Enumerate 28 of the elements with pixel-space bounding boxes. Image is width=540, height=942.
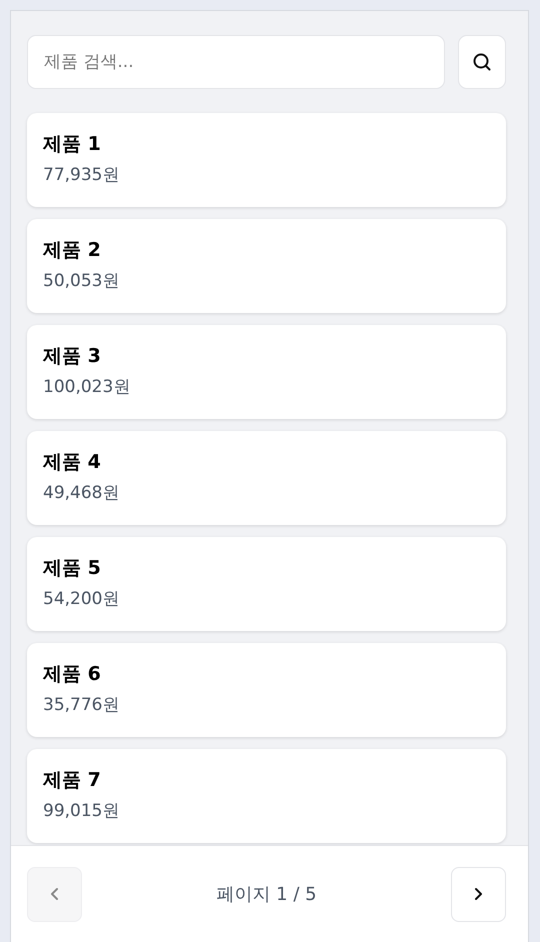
chevron-left-icon [50,887,60,901]
product-card[interactable]: 제품 4 49,468원 [27,431,506,525]
product-card[interactable]: 제품 7 99,015원 [27,749,506,843]
search-button[interactable] [458,35,506,89]
product-card[interactable]: 제품 3 100,023원 [27,325,506,419]
search-icon [472,52,492,72]
product-name: 제품 5 [43,556,102,581]
product-name: 제품 3 [43,344,102,369]
chevron-right-icon [473,887,484,901]
product-price: 54,200원 [43,588,120,610]
product-price: 99,015원 [43,800,120,822]
product-name: 제품 7 [43,768,102,793]
product-card[interactable]: 제품 5 54,200원 [27,537,506,631]
product-name: 제품 2 [43,238,102,263]
product-name: 제품 4 [43,450,102,475]
product-name: 제품 1 [43,132,102,157]
product-card[interactable]: 제품 1 77,935원 [27,113,506,207]
product-price: 100,023원 [43,376,132,398]
product-price: 49,468원 [43,482,120,504]
search-field[interactable]: 제품 검색... [27,35,445,89]
product-card[interactable]: 제품 2 50,053원 [27,219,506,313]
product-card[interactable]: 제품 6 35,776원 [27,643,506,737]
product-price: 50,053원 [43,270,120,292]
product-name: 제품 6 [43,662,102,687]
product-price: 77,935원 [43,164,120,186]
page-indicator: 페이지 1 / 5 [216,883,317,906]
product-price: 35,776원 [43,694,120,716]
next-page-button[interactable] [450,866,506,922]
